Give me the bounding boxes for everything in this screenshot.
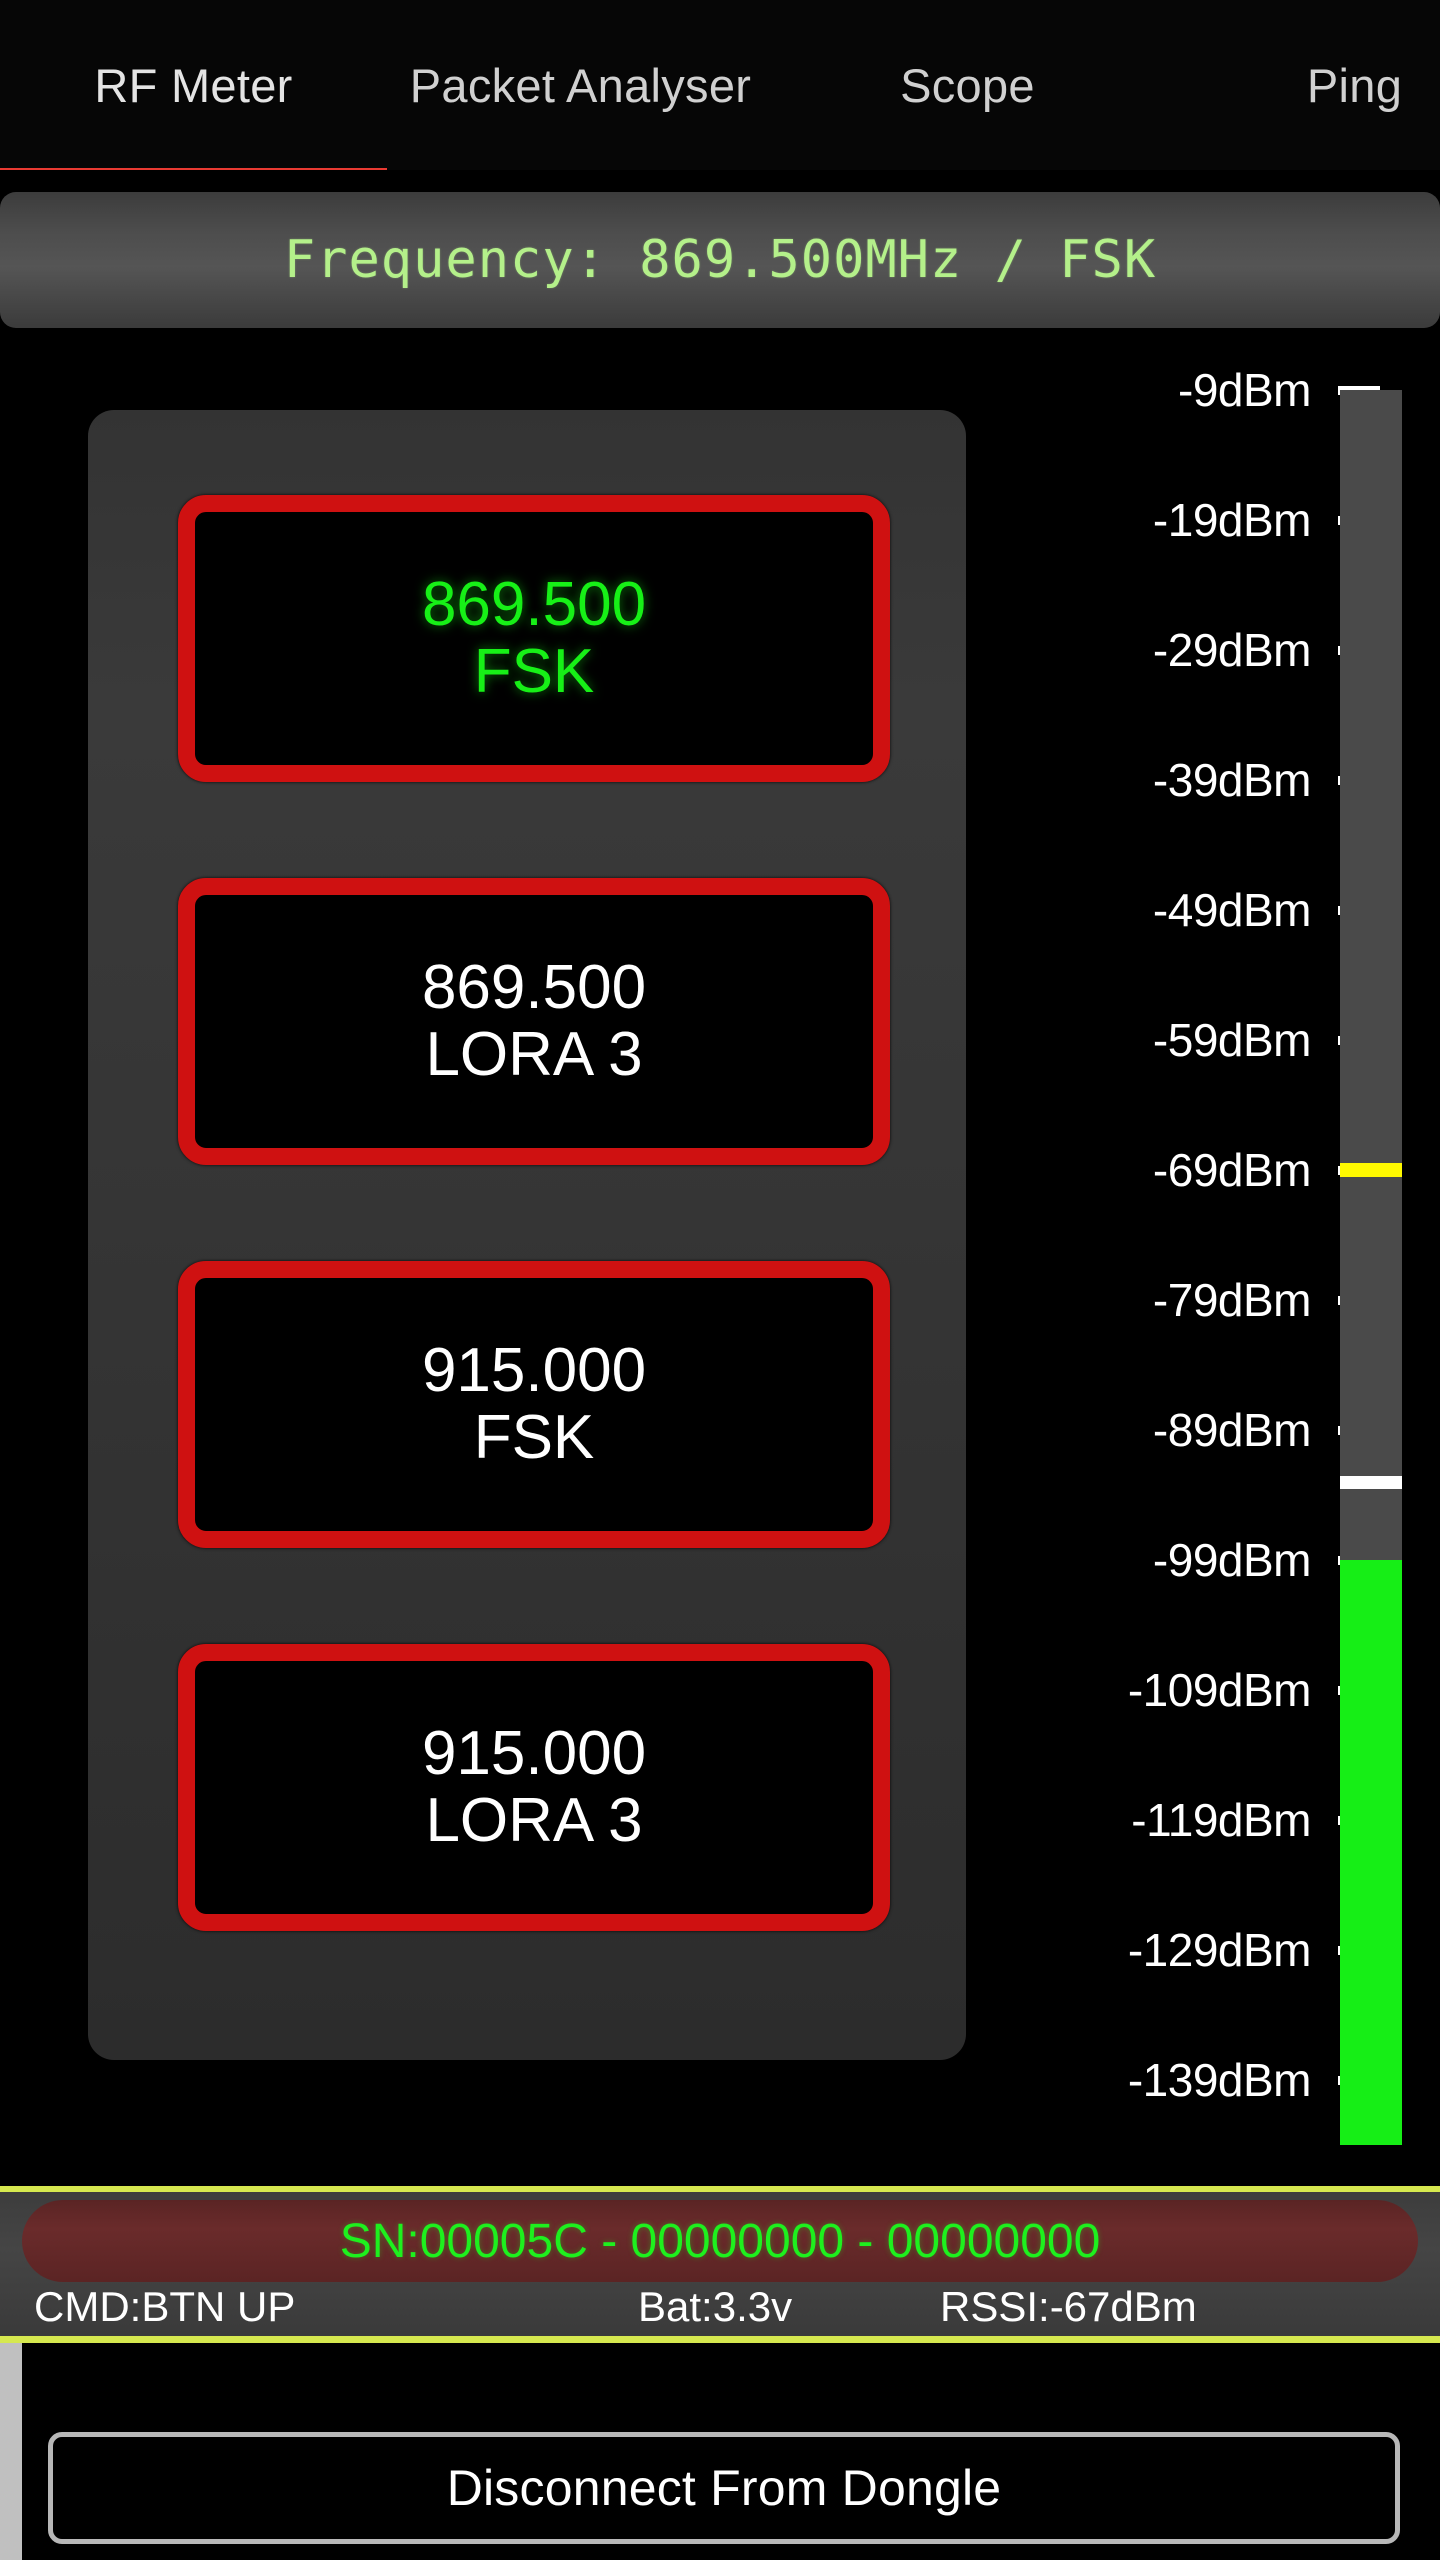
tab-bar: RF Meter Packet Analyser Scope Ping [0, 0, 1440, 170]
disconnect-button-label: Disconnect From Dongle [446, 2460, 1002, 2516]
serial-number-badge: SN:00005C - 00000000 - 00000000 [22, 2200, 1418, 2282]
frequency-preset-panel: 869.500 FSK 869.500 LORA 3 915.000 FSK 915.000… [88, 410, 966, 2060]
tab-label: Ping [1306, 58, 1403, 112]
disconnect-from-dongle-button[interactable]: Disconnect From Dongle [48, 2432, 1400, 2544]
status-rssi: RSSI:-67dBm [940, 2283, 1197, 2330]
tab-scope[interactable]: Scope [774, 0, 1161, 170]
tab-label: Scope [900, 58, 1035, 112]
main-content: 869.500 FSK 869.500 LORA 3 915.000 FSK 915.000… [0, 330, 1440, 2560]
rssi-scale-label: -69dBm [1152, 1144, 1312, 1196]
rssi-meter-bar [1340, 390, 1402, 2145]
preset-frequency: 915.000 [421, 1335, 647, 1405]
rssi-scale-label: -109dBm [1127, 1664, 1312, 1716]
preset-mode: FSK [473, 636, 595, 706]
rssi-scale-label: -59dBm [1152, 1014, 1312, 1066]
rssi-scale-label: -119dBm [1131, 1794, 1311, 1846]
preset-button-2[interactable]: 869.500 LORA 3 [178, 878, 890, 1165]
status-row: CMD:BTN UP Bat:3.3v RSSI:-67dBm [0, 2283, 1440, 2337]
rf-meter-screen: RF Meter Packet Analyser Scope Ping Frequen… [0, 0, 1440, 2560]
preset-mode: LORA 3 [425, 1019, 643, 1089]
tab-label: RF Meter [94, 58, 293, 112]
rssi-scale-label: -99dBm [1152, 1534, 1312, 1586]
preset-frequency: 869.500 [421, 569, 647, 639]
rssi-scale-label: -29dBm [1152, 624, 1312, 676]
frequency-header-bar: Frequency: 869.500MHz / FSK [0, 192, 1440, 328]
rssi-peak-marker [1340, 1163, 1402, 1177]
preset-frequency: 915.000 [421, 1718, 647, 1788]
preset-frequency: 869.500 [421, 952, 647, 1022]
status-command: CMD:BTN UP [34, 2283, 296, 2330]
rssi-scale-label: -129dBm [1127, 1924, 1312, 1976]
tab-ping[interactable]: Ping [1161, 0, 1440, 170]
preset-button-1[interactable]: 869.500 FSK [178, 495, 890, 782]
tab-rf-meter[interactable]: RF Meter [0, 0, 387, 170]
rssi-scale-label: -139dBm [1127, 2054, 1312, 2106]
rssi-scale-label: -79dBm [1152, 1274, 1312, 1326]
preset-button-4[interactable]: 915.000 LORA 3 [178, 1644, 890, 1931]
rssi-scale-label: -9dBm [1178, 364, 1311, 416]
tab-label: Packet Analyser [409, 58, 752, 112]
status-divider-bottom [0, 2336, 1440, 2343]
rssi-scale-label: -39dBm [1152, 754, 1312, 806]
frequency-header-text: Frequency: 869.500MHz / FSK [283, 230, 1157, 290]
preset-mode: LORA 3 [425, 1785, 643, 1855]
rssi-scale-label: -49dBm [1152, 884, 1312, 936]
rssi-average-marker [1340, 1476, 1402, 1489]
rssi-meter: -9dBm -19dBm -29dBm -39dBm -49dBm -59dBm -69dB… [980, 330, 1440, 2145]
rssi-meter-fill [1340, 1560, 1402, 2145]
tab-packet-analyser[interactable]: Packet Analyser [387, 0, 774, 170]
preset-mode: FSK [473, 1402, 595, 1472]
rssi-scale-label: -89dBm [1152, 1404, 1312, 1456]
rssi-scale-label: -19dBm [1152, 494, 1312, 546]
active-tab-indicator [0, 168, 387, 170]
tab-list: RF Meter Packet Analyser Scope Ping [0, 0, 1440, 170]
serial-number-text: SN:00005C - 00000000 - 00000000 [339, 2214, 1101, 2268]
preset-button-3[interactable]: 915.000 FSK [178, 1261, 890, 1548]
status-battery: Bat:3.3v [638, 2283, 793, 2330]
